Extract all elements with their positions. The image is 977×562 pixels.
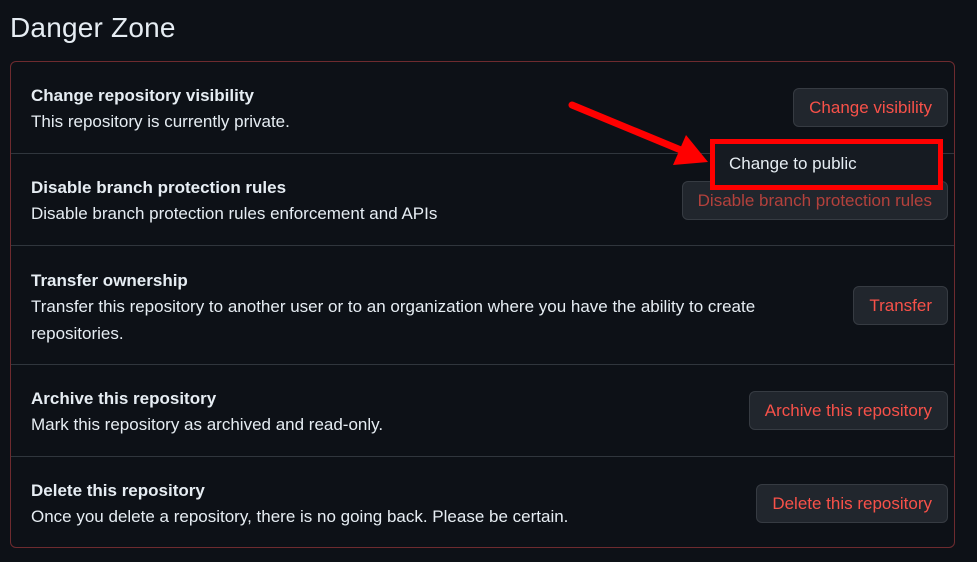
danger-zone-box: Change repository visibility This reposi… xyxy=(10,61,955,548)
row-description: Disable branch protection rules enforcem… xyxy=(31,204,438,223)
row-description: Once you delete a repository, there is n… xyxy=(31,507,569,526)
row-transfer-ownership: Transfer ownership Transfer this reposit… xyxy=(11,246,954,365)
row-title: Delete this repository xyxy=(31,481,205,500)
change-to-public-menu-item[interactable]: Change to public xyxy=(729,154,857,174)
delete-repository-button[interactable]: Delete this repository xyxy=(756,484,948,523)
transfer-button[interactable]: Transfer xyxy=(853,286,948,325)
row-archive-repository: Archive this repository Mark this reposi… xyxy=(11,365,954,457)
row-description: Transfer this repository to another user… xyxy=(31,297,756,343)
row-description: Mark this repository as archived and rea… xyxy=(31,415,384,434)
row-title: Transfer ownership xyxy=(31,271,188,290)
visibility-dropdown-menu: Change to public xyxy=(710,139,943,190)
annotation-arrow-icon xyxy=(568,101,708,165)
row-delete-repository: Delete this repository Once you delete a… xyxy=(11,457,954,549)
page-title: Danger Zone xyxy=(10,12,176,43)
row-title: Archive this repository xyxy=(31,389,217,408)
archive-repository-button[interactable]: Archive this repository xyxy=(748,391,948,430)
row-title: Disable branch protection rules xyxy=(31,178,287,197)
change-visibility-button[interactable]: Change visibility xyxy=(793,88,948,127)
row-title: Change repository visibility xyxy=(31,86,254,105)
